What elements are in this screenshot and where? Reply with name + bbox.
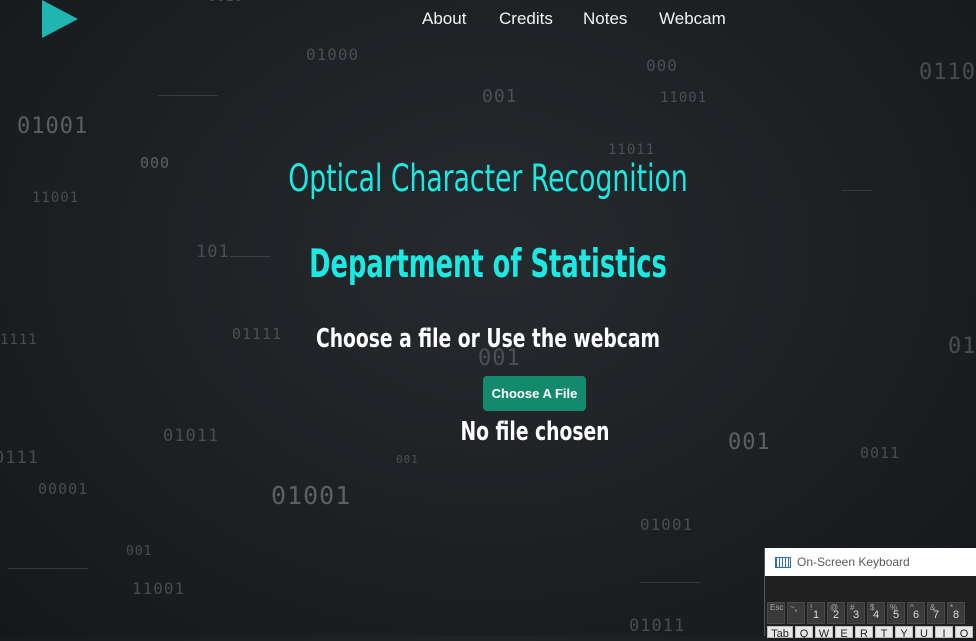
bg-digit: 001 — [396, 453, 419, 466]
bg-digit: 11011 — [608, 142, 656, 158]
on-screen-keyboard-window[interactable]: On-Screen Keyboard Esc ~ ` ! 1 @2 #3 $4 % 5… — [764, 548, 976, 640]
osk-key[interactable]: E — [835, 626, 853, 640]
osk-key[interactable]: Esc — [767, 602, 785, 624]
page-title: Optical Character Recognition — [288, 157, 688, 200]
bg-digit: 11001 — [660, 90, 708, 106]
osk-key[interactable]: Q — [795, 626, 813, 640]
osk-key[interactable]: #3 — [847, 602, 865, 624]
bg-digit: 01000 — [306, 45, 360, 64]
osk-number-row: Esc ~ ` ! 1 @2 #3 $4 % 5 ^ 6 & 7 * 8 — [767, 602, 967, 624]
bg-digit: 001 — [126, 544, 153, 559]
bg-digit: 01001 — [17, 114, 89, 139]
bg-digit: 0110 — [919, 60, 976, 85]
bg-dash — [8, 568, 88, 569]
bg-digit: 01 — [948, 334, 976, 359]
bg-digit: 11001 — [32, 190, 80, 206]
top-nav: About Credits Notes Webcam — [0, 9, 976, 31]
osk-key[interactable]: T — [875, 626, 893, 640]
osk-title: On-Screen Keyboard — [797, 555, 910, 569]
osk-key[interactable]: % 5 — [887, 602, 905, 624]
bg-digit: 01001 — [271, 481, 352, 510]
bg-digit: 000 — [646, 56, 678, 75]
bg-digit: 01001 — [640, 515, 694, 534]
osk-letter-row: Tab Q W E R T Y U I O — [767, 626, 975, 640]
osk-key[interactable]: ^ 6 — [907, 602, 925, 624]
nav-credits[interactable]: Credits — [499, 9, 553, 29]
osk-key-label: 8 — [952, 609, 960, 621]
osk-key-label: 1 — [812, 609, 820, 621]
department-title: Department of Statistics — [309, 242, 667, 287]
choose-file-button[interactable]: Choose A File — [483, 376, 586, 411]
osk-key[interactable]: U — [915, 626, 933, 640]
bg-digit: 0010 — [208, 0, 243, 5]
nav-webcam[interactable]: Webcam — [659, 9, 726, 29]
bg-digit: 01011 — [629, 616, 686, 636]
osk-key-shift-label: # — [850, 603, 855, 612]
osk-key[interactable]: & 7 — [927, 602, 945, 624]
osk-key-shift-label: ! — [810, 603, 813, 612]
osk-key[interactable]: Y — [895, 626, 913, 640]
osk-key-shift-label: & — [930, 603, 936, 612]
osk-key-shift-label: % — [890, 603, 898, 612]
osk-key-shift-label: $ — [870, 603, 875, 612]
bg-dash — [640, 582, 700, 583]
osk-key[interactable]: ~ ` — [787, 602, 805, 624]
upload-prompt: Choose a file or Use the webcam — [315, 324, 661, 354]
bg-dash — [842, 190, 872, 191]
osk-key-shift-label: Esc — [770, 603, 784, 612]
file-status-text: No file chosen — [460, 417, 610, 447]
osk-key-shift-label: * — [950, 603, 954, 612]
osk-key[interactable]: ! 1 — [807, 602, 825, 624]
bg-digit: 1111 — [0, 332, 38, 348]
bg-digit: 11001 — [132, 579, 186, 598]
nav-notes[interactable]: Notes — [583, 9, 627, 29]
osk-key[interactable]: * 8 — [947, 602, 965, 624]
bg-digit: 0111 — [0, 448, 39, 468]
osk-key-tab[interactable]: Tab — [767, 626, 793, 640]
osk-key[interactable]: @2 — [827, 602, 845, 624]
osk-key[interactable]: R — [855, 626, 873, 640]
bg-digit: 00001 — [38, 480, 89, 498]
osk-key[interactable]: I — [935, 626, 953, 640]
osk-key[interactable]: $4 — [867, 602, 885, 624]
keyboard-icon — [775, 556, 791, 568]
osk-key-shift-label: ~ — [790, 603, 795, 612]
osk-titlebar[interactable]: On-Screen Keyboard — [765, 548, 976, 576]
nav-about[interactable]: About — [422, 9, 466, 29]
osk-key[interactable]: O — [955, 626, 973, 640]
osk-key[interactable]: W — [815, 626, 833, 640]
osk-key-shift-label: @ — [830, 603, 839, 612]
osk-key-shift-label: ^ — [910, 603, 914, 612]
bg-dash — [158, 95, 218, 96]
bg-digit: 001 — [482, 86, 518, 107]
